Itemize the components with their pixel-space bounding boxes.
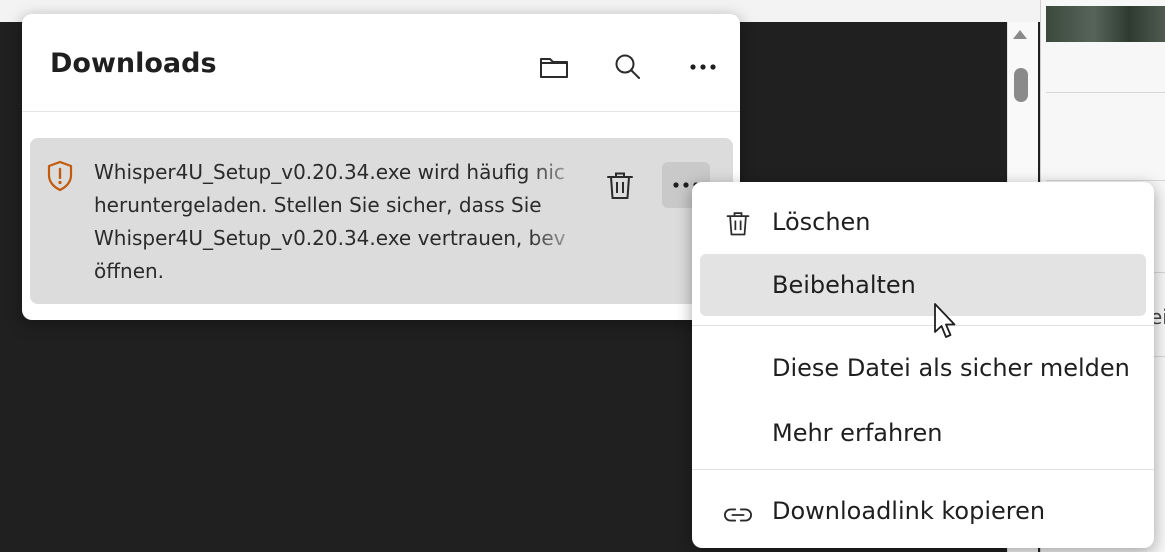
background-image-thumbnail — [1046, 6, 1165, 42]
menu-item-learn-more[interactable]: Mehr erfahren — [700, 403, 1146, 463]
downloads-title: Downloads — [50, 48, 217, 79]
trash-icon — [726, 212, 750, 236]
divider — [1046, 92, 1165, 93]
menu-item-label: Löschen — [772, 208, 871, 236]
downloads-flyout: Downloads Whisper4U_Setup_v0.20.34.exe w… — [22, 14, 740, 320]
search-icon — [615, 54, 640, 79]
warning-line: Whisper4U_Setup_v0.20.34.exe vertrauen, … — [94, 226, 566, 250]
warning-line: heruntergeladen. Stellen Sie sicher, das… — [94, 193, 542, 217]
trash-icon — [607, 172, 633, 199]
menu-divider — [692, 469, 1154, 470]
open-folder-button[interactable] — [537, 50, 571, 84]
menu-item-report-safe[interactable]: Diese Datei als sicher melden — [700, 338, 1146, 398]
menu-divider — [692, 325, 1154, 326]
link-icon — [724, 508, 752, 522]
warning-line: öffnen. — [94, 259, 165, 283]
scroll-up-arrow-icon[interactable] — [1013, 30, 1027, 39]
menu-item-keep[interactable]: Beibehalten — [700, 254, 1146, 316]
mouse-cursor-icon — [934, 303, 956, 338]
more-options-icon — [690, 64, 716, 70]
menu-item-delete[interactable]: Löschen — [700, 192, 1146, 252]
warning-shield-icon — [47, 160, 73, 192]
header-divider — [22, 111, 740, 112]
download-item[interactable]: Whisper4U_Setup_v0.20.34.exe wird häufig… — [30, 138, 733, 304]
open-folder-icon — [540, 58, 568, 78]
delete-download-button[interactable] — [600, 164, 640, 208]
menu-item-label: Beibehalten — [772, 271, 916, 299]
download-warning-text: Whisper4U_Setup_v0.20.34.exe wird häufig… — [94, 156, 588, 288]
downloads-more-options-button[interactable] — [686, 50, 720, 84]
menu-item-label: Downloadlink kopieren — [772, 497, 1046, 525]
scrollbar-thumb[interactable] — [1014, 68, 1028, 102]
menu-item-copy-link[interactable]: Downloadlink kopieren — [700, 481, 1146, 541]
menu-item-label: Diese Datei als sicher melden — [772, 354, 1130, 382]
search-downloads-button[interactable] — [611, 50, 645, 84]
warning-line: Whisper4U_Setup_v0.20.34.exe wird häufig… — [94, 160, 565, 184]
divider — [1046, 180, 1165, 181]
download-context-menu: Löschen Beibehalten Diese Datei als sich… — [692, 182, 1154, 548]
menu-item-label: Mehr erfahren — [772, 419, 943, 447]
